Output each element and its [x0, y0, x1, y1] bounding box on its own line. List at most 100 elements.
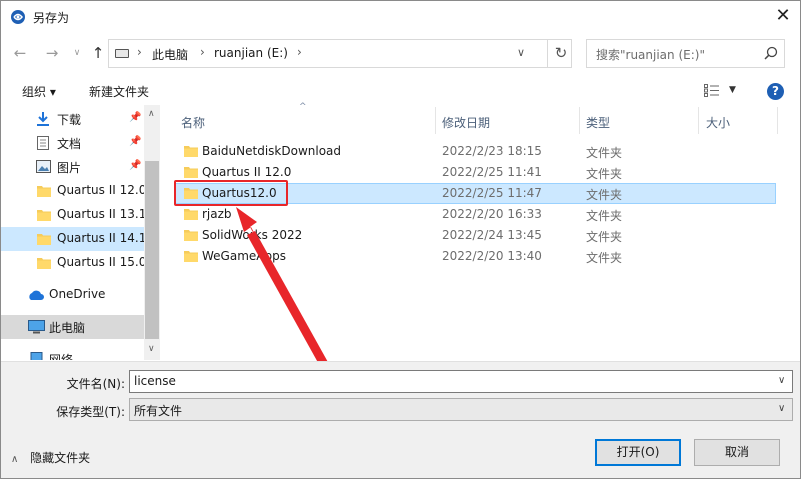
filename-label: 文件名(N): — [66, 377, 125, 391]
help-icon[interactable]: ? — [767, 83, 784, 100]
breadcrumb-separator: › — [200, 45, 205, 59]
file-row[interactable]: BaiduNetdiskDownload 2022/2/23 18:15 文件夹 — [175, 141, 776, 162]
organize-button[interactable]: 组织 ▾ — [22, 83, 56, 100]
file-type: 文件夹 — [586, 188, 623, 202]
folder-icon — [37, 234, 51, 245]
nav-item-this-pc[interactable]: 此电脑 — [1, 315, 145, 339]
refresh-icon[interactable]: ↻ — [547, 40, 574, 67]
hide-folders-toggle[interactable]: ∧ 隐藏文件夹 — [11, 449, 90, 466]
address-history-chevron-icon[interactable]: ∨ — [517, 46, 525, 59]
search-input[interactable]: 搜索"ruanjian (E:)" — [586, 39, 785, 68]
nav-item-label: 图片 — [57, 161, 82, 175]
column-divider[interactable] — [777, 107, 778, 134]
address-bar[interactable]: › 此电脑 › ruanjian (E:) › ∨ ↻ — [108, 39, 572, 68]
pin-icon[interactable]: 📌 — [129, 136, 141, 147]
file-name: WeGameApps — [202, 249, 286, 263]
annotation-highlight-box — [174, 180, 288, 206]
file-row[interactable]: rjazb 2022/2/20 16:33 文件夹 — [175, 204, 776, 225]
scroll-up-icon[interactable]: ∧ — [148, 109, 155, 119]
folder-icon — [184, 167, 198, 178]
folder-icon — [37, 258, 51, 269]
file-name: BaiduNetdiskDownload — [202, 144, 342, 158]
file-name: rjazb — [202, 207, 232, 221]
up-arrow-icon[interactable]: ↑ — [88, 43, 108, 63]
search-icon — [764, 46, 778, 60]
folder-icon — [184, 230, 198, 241]
nav-item-label: OneDrive — [49, 287, 106, 301]
breadcrumb-drive[interactable]: ruanjian (E:) — [214, 46, 288, 60]
file-name: SolidWorks 2022 — [202, 228, 303, 242]
nav-item-label: 此电脑 — [49, 321, 86, 335]
file-type: 文件夹 — [586, 251, 623, 265]
folder-icon — [184, 251, 198, 262]
nav-item-quartus-15[interactable]: Quartus II 15.0 — [1, 251, 146, 275]
folder-icon — [184, 146, 198, 157]
save-as-dialog: 另存为 ✕ ← → ∨ ↑ › 此电脑 › ruanjian (E:) › ∨ … — [0, 0, 801, 479]
nav-item-label: 文档 — [57, 137, 82, 151]
nav-item-label: Quartus II 13.1 — [57, 207, 147, 221]
nav-item-pictures[interactable]: 图片 📌 — [1, 155, 145, 179]
column-divider[interactable] — [435, 107, 436, 134]
pictures-icon — [36, 160, 51, 173]
file-date: 2022/2/20 13:40 — [442, 249, 542, 263]
filename-value: license — [134, 374, 176, 388]
close-icon[interactable]: ✕ — [771, 5, 795, 29]
file-date: 2022/2/24 13:45 — [442, 228, 542, 242]
file-type: 文件夹 — [586, 230, 623, 244]
recent-locations-chevron-icon[interactable]: ∨ — [67, 43, 87, 63]
search-placeholder: 搜索"ruanjian (E:)" — [596, 48, 705, 62]
nav-item-quartus-13[interactable]: Quartus II 13.1 — [1, 203, 147, 227]
nav-item-quartus-12[interactable]: Quartus II 12.0 — [1, 179, 146, 203]
collapse-chevron-icon: ∧ — [11, 454, 19, 465]
folder-icon — [37, 186, 51, 197]
column-divider[interactable] — [579, 107, 580, 134]
nav-item-label: 网络 — [49, 353, 74, 360]
drive-icon — [115, 49, 129, 58]
file-type: 文件夹 — [586, 209, 623, 223]
app-icon — [11, 10, 25, 24]
nav-item-network[interactable]: 网络 — [1, 347, 145, 360]
window-title: 另存为 — [33, 11, 70, 25]
folder-icon — [184, 209, 198, 220]
nav-item-documents[interactable]: 文档 📌 — [1, 131, 145, 155]
file-row[interactable]: SolidWorks 2022 2022/2/24 13:45 文件夹 — [175, 225, 776, 246]
scroll-down-icon[interactable]: ∨ — [148, 344, 155, 354]
folder-icon — [37, 210, 51, 221]
navigation-pane: 下载 📌 文档 📌 图片 📌 Quartus II 12.0 Quartus I… — [1, 105, 159, 360]
pin-icon[interactable]: 📌 — [129, 112, 141, 123]
pin-icon[interactable]: 📌 — [129, 160, 141, 171]
open-button[interactable]: 打开(O) — [595, 439, 681, 466]
nav-item-downloads[interactable]: 下载 📌 — [1, 107, 145, 131]
network-icon — [30, 352, 43, 360]
file-date: 2022/2/20 16:33 — [442, 207, 542, 221]
breadcrumb-this-pc[interactable]: 此电脑 — [152, 46, 188, 63]
new-folder-button[interactable]: 新建文件夹 — [89, 83, 149, 100]
nav-item-label: Quartus II 14.1 — [57, 231, 147, 245]
file-row[interactable]: WeGameApps 2022/2/20 13:40 文件夹 — [175, 246, 776, 267]
column-header-name[interactable]: 名称 — [181, 114, 205, 131]
document-icon — [37, 136, 49, 150]
column-header-size[interactable]: 大小 — [706, 114, 730, 131]
computer-icon — [28, 320, 45, 334]
view-options-icon[interactable] — [704, 84, 720, 97]
column-header-date[interactable]: 修改日期 — [442, 114, 490, 131]
cloud-icon — [29, 290, 44, 300]
filename-input[interactable]: license ∨ — [129, 370, 793, 393]
breadcrumb-separator: › — [297, 45, 302, 59]
file-date: 2022/2/25 11:47 — [442, 186, 542, 200]
forward-arrow-icon[interactable]: → — [42, 43, 62, 63]
breadcrumb-separator: › — [137, 45, 142, 59]
back-arrow-icon[interactable]: ← — [10, 43, 30, 63]
file-type: 文件夹 — [586, 167, 623, 181]
nav-scrollbar-thumb[interactable] — [145, 161, 159, 339]
hide-folders-label: 隐藏文件夹 — [30, 451, 91, 465]
column-divider[interactable] — [698, 107, 699, 134]
view-options-chevron-icon[interactable]: ▼ — [729, 85, 736, 95]
cancel-button[interactable]: 取消 — [694, 439, 780, 466]
nav-item-onedrive[interactable]: OneDrive — [1, 283, 145, 307]
filetype-select[interactable]: 所有文件 ∨ — [129, 398, 793, 421]
filetype-dropdown-chevron-icon[interactable]: ∨ — [778, 403, 785, 414]
filename-dropdown-chevron-icon[interactable]: ∨ — [778, 375, 785, 386]
nav-item-quartus-14[interactable]: Quartus II 14.1 — [1, 227, 147, 251]
column-header-type[interactable]: 类型 — [586, 114, 610, 131]
